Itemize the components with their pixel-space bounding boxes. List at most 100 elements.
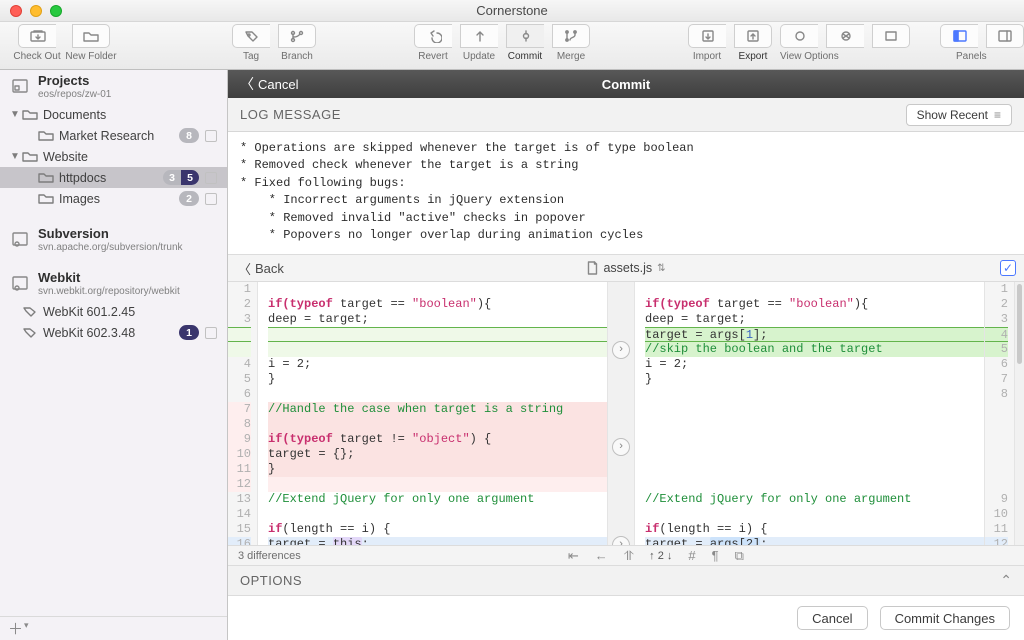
new-folder-button[interactable]: New Folder: [64, 24, 118, 68]
sidebar-item-images[interactable]: Images 2: [0, 188, 227, 209]
diff-back-button[interactable]: 〈Back: [238, 259, 284, 278]
sidebar-projects-sub: eos/repos/zw-01: [38, 89, 111, 101]
diff-hunk-handle[interactable]: ›: [612, 341, 630, 359]
section-log-header: LOG MESSAGE Show Recent≡: [228, 98, 1024, 132]
merge-button[interactable]: Merge: [548, 24, 594, 68]
checkout-icon: [29, 29, 47, 43]
nav-first-icon[interactable]: ⇤: [568, 548, 579, 564]
pilcrow-icon[interactable]: ¶: [712, 548, 719, 563]
viewopt-2-button[interactable]: View Options: [822, 24, 868, 68]
wrap-icon[interactable]: ⧉: [735, 548, 744, 564]
update-button[interactable]: Update: [456, 24, 502, 68]
sidebar-item-label: WebKit 601.2.45: [43, 305, 135, 319]
show-recent-button[interactable]: Show Recent≡: [906, 104, 1012, 126]
file-picker[interactable]: assets.js ⇅: [586, 261, 665, 275]
main-toolbar: Check Out New Folder Tag Branch Revert U…: [0, 22, 1024, 70]
sidebar-item-label: WebKit 602.3.48: [43, 326, 135, 340]
item-checkbox[interactable]: [205, 172, 217, 184]
chevron-left-icon: 〈: [240, 74, 254, 94]
section-title: LOG MESSAGE: [240, 107, 341, 122]
import-icon: [700, 29, 716, 43]
log-message-textarea[interactable]: * Operations are skipped whenever the ta…: [228, 132, 1024, 254]
diff-right-pane[interactable]: if(typeof target == "boolean"){ deep = t…: [635, 282, 984, 546]
layout-icon: [793, 30, 807, 42]
panel-header: 〈Cancel Commit: [228, 70, 1024, 98]
diff-scrollbar[interactable]: [1014, 282, 1024, 546]
item-checkbox[interactable]: [205, 193, 217, 205]
file-icon: [586, 261, 598, 275]
repo-icon: [11, 78, 31, 96]
sidebar-item-webkit-b[interactable]: WebKit 602.3.48 1: [0, 322, 227, 343]
diff-left-pane[interactable]: if(typeof target == "boolean"){ deep = t…: [258, 282, 607, 546]
sidebar-item-documents[interactable]: ▼ Documents: [0, 104, 227, 125]
nav-split-icon[interactable]: ⥣: [624, 548, 633, 564]
diff-view: 123 456 789101112 131415 1617 18 if(type…: [228, 282, 1024, 546]
count-badge: 8: [179, 128, 199, 143]
sidebar-subversion-head[interactable]: Subversion svn.apache.org/subversion/tru…: [0, 223, 227, 257]
item-checkbox[interactable]: [205, 327, 217, 339]
branch-icon: [289, 29, 305, 43]
sidebar: Projects eos/repos/zw-01 ▼ Documents Mar…: [0, 70, 228, 640]
cancel-button[interactable]: Cancel: [797, 606, 867, 630]
sidebar-item-webkit-a[interactable]: WebKit 601.2.45: [0, 301, 227, 322]
section-title: OPTIONS: [240, 573, 302, 588]
sidebar-add-button[interactable]: ＋▾: [0, 616, 227, 640]
import-button[interactable]: Import: [684, 24, 730, 68]
item-checkbox[interactable]: [205, 130, 217, 142]
revert-button[interactable]: Revert: [410, 24, 456, 68]
sidebar-item-label: Website: [43, 150, 88, 164]
export-icon: [745, 29, 761, 43]
newfolder-icon: [82, 29, 100, 43]
sidebar-projects-name: Projects: [38, 74, 111, 89]
branch-button[interactable]: Branch: [274, 24, 320, 68]
hash-icon[interactable]: #: [688, 548, 695, 563]
tag-icon: [22, 305, 38, 317]
footer: Cancel Commit Changes: [228, 596, 1024, 640]
export-button[interactable]: Export: [730, 24, 776, 68]
diff-hunk-handle[interactable]: ›: [612, 536, 630, 546]
panel-title: Commit: [602, 77, 650, 92]
sidebar-item-marketresearch[interactable]: Market Research 8: [0, 125, 227, 146]
count-badge: 1: [179, 325, 199, 340]
window-zoom-button[interactable]: [50, 5, 62, 17]
sidebar-item-label: Documents: [43, 108, 106, 122]
sidebar-webkit-head[interactable]: Webkit svn.webkit.org/repository/webkit: [0, 267, 227, 301]
merge-icon: [563, 29, 579, 43]
sidebar-item-httpdocs[interactable]: httpdocs 35: [0, 167, 227, 188]
checkout-button[interactable]: Check Out: [10, 24, 64, 68]
content: 〈Cancel Commit LOG MESSAGE Show Recent≡ …: [228, 70, 1024, 640]
sidebar-webkit-sub: svn.webkit.org/repository/webkit: [38, 286, 180, 298]
panel-cancel-button[interactable]: 〈Cancel: [240, 74, 298, 94]
sidebar-item-website[interactable]: ▼ Website: [0, 146, 227, 167]
panel-left-icon: [953, 30, 967, 42]
viewopt-3-button[interactable]: [868, 24, 914, 68]
sidebar-subversion-name: Subversion: [38, 227, 183, 242]
panel-right-button[interactable]: Panels: [982, 24, 1024, 68]
sidebar-webkit-name: Webkit: [38, 271, 180, 286]
diff-gutter-mid: › › ›: [607, 282, 635, 546]
commit-icon: [518, 29, 534, 43]
update-icon: [472, 29, 488, 43]
diff-hunk-handle[interactable]: ›: [612, 438, 630, 456]
section-options-header[interactable]: OPTIONS ⌃: [228, 566, 1024, 596]
tag-icon: [244, 29, 260, 43]
nav-prev-icon[interactable]: ←: [595, 548, 608, 563]
sidebar-projects-head[interactable]: Projects eos/repos/zw-01: [0, 70, 227, 104]
window-close-button[interactable]: [10, 5, 22, 17]
revert-icon: [426, 29, 442, 43]
sidebar-item-label: Market Research: [59, 129, 154, 143]
layout-icon: [884, 30, 898, 42]
window-minimize-button[interactable]: [30, 5, 42, 17]
sidebar-subversion-sub: svn.apache.org/subversion/trunk: [38, 242, 183, 254]
gutter-right: 123 45 678 91011 1213 14: [984, 282, 1014, 546]
repo-icon: [11, 231, 31, 249]
include-file-checkbox[interactable]: ✓: [1000, 260, 1016, 276]
diff-count-label: 3 differences: [238, 550, 301, 562]
tag-button[interactable]: Tag: [228, 24, 274, 68]
stepper-icon: ⇅: [657, 263, 665, 274]
commit-changes-button[interactable]: Commit Changes: [880, 606, 1010, 630]
window-title: Cornerstone: [476, 3, 548, 18]
menu-icon: ≡: [994, 108, 1001, 122]
commit-button[interactable]: Commit: [502, 24, 548, 68]
tag-icon: [22, 326, 38, 338]
